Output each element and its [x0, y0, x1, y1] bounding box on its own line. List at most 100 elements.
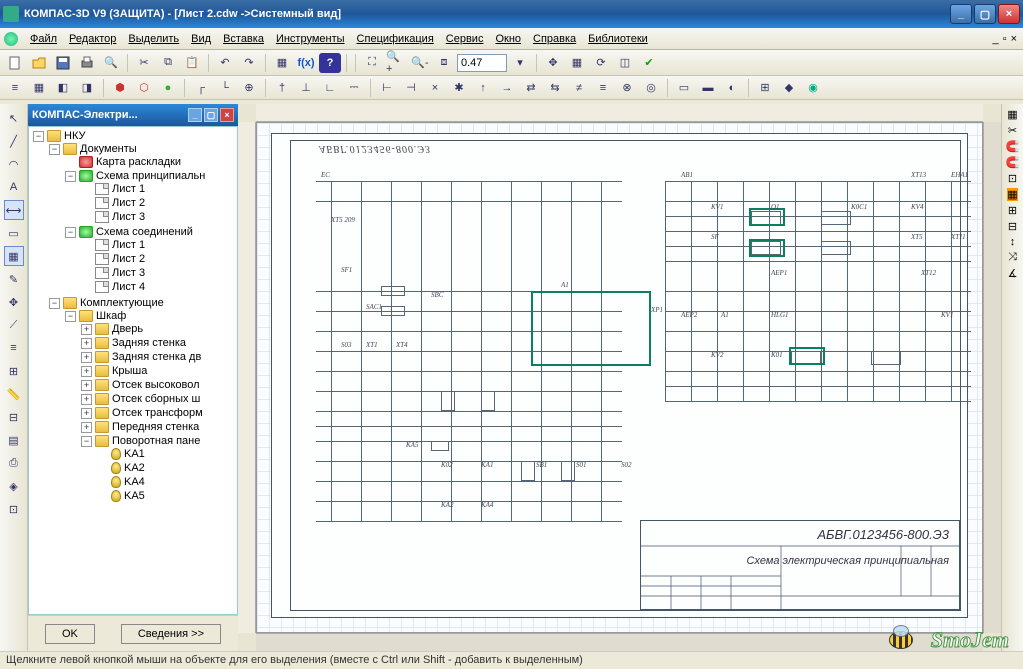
- tree-item[interactable]: Лист 2: [112, 197, 145, 209]
- paste-button[interactable]: 📋: [181, 53, 203, 73]
- rt-btn-7[interactable]: ⊞: [1008, 204, 1017, 217]
- copy-button[interactable]: ⧉: [157, 53, 179, 73]
- close-button[interactable]: ×: [998, 4, 1020, 24]
- tb2-btn-1[interactable]: ≡: [4, 78, 26, 98]
- tree-item[interactable]: Задняя стенка дв: [112, 351, 201, 363]
- tree-item[interactable]: KA4: [124, 476, 145, 488]
- tb2-btn-9[interactable]: └: [214, 78, 236, 98]
- menu-select[interactable]: Выделить: [122, 33, 185, 45]
- zoom-dropdown-icon[interactable]: ▾: [509, 53, 531, 73]
- lt-lib-icon[interactable]: ⎙: [4, 453, 24, 473]
- open-button[interactable]: [28, 53, 50, 73]
- menu-libs[interactable]: Библиотеки: [582, 33, 654, 45]
- tb2-btn-26[interactable]: ◎: [640, 78, 662, 98]
- print-button[interactable]: [76, 53, 98, 73]
- rt-btn-1[interactable]: ▦: [1007, 108, 1017, 121]
- lt-move-icon[interactable]: ✥: [4, 292, 24, 312]
- lt-cursor-icon[interactable]: ↖: [4, 108, 24, 128]
- info-button[interactable]: Сведения >>: [121, 624, 221, 644]
- tb2-btn-14[interactable]: ⎓: [343, 78, 365, 98]
- tree-item[interactable]: Лист 3: [112, 211, 145, 223]
- tb2-btn-15[interactable]: ⊢: [376, 78, 398, 98]
- tree-docs[interactable]: Документы: [80, 143, 137, 155]
- tb2-btn-25[interactable]: ⊗: [616, 78, 638, 98]
- zoom-out-button[interactable]: 🔍-: [409, 53, 431, 73]
- tb2-btn-4[interactable]: ◨: [76, 78, 98, 98]
- zoom-in-button[interactable]: 🔍+: [385, 53, 407, 73]
- lt-hatch-icon[interactable]: ▦: [4, 246, 24, 266]
- menu-editor[interactable]: Редактор: [63, 33, 122, 45]
- tree-item[interactable]: Лист 3: [112, 267, 145, 279]
- tb2-btn-6[interactable]: ⬡: [133, 78, 155, 98]
- menu-view[interactable]: Вид: [185, 33, 217, 45]
- tree-item[interactable]: Лист 2: [112, 253, 145, 265]
- refresh-button[interactable]: ⟳: [590, 53, 612, 73]
- lt-meas-icon[interactable]: 📏: [4, 384, 24, 404]
- tb2-btn-24[interactable]: ≡: [592, 78, 614, 98]
- rt-btn-5[interactable]: ⊡: [1008, 172, 1017, 185]
- lt-arc-icon[interactable]: ◠: [4, 154, 24, 174]
- rt-btn-2[interactable]: ✂: [1008, 124, 1017, 137]
- rt-btn-11[interactable]: ∡: [1008, 267, 1018, 280]
- tree-item[interactable]: Лист 1: [112, 183, 145, 195]
- rt-btn-10[interactable]: ⤨: [1008, 251, 1017, 264]
- tree-item[interactable]: Отсек высоковол: [112, 379, 200, 391]
- mdi-close-icon[interactable]: ×: [1011, 33, 1017, 45]
- tree-item[interactable]: KA5: [124, 490, 145, 502]
- lt-rect-icon[interactable]: ▭: [4, 223, 24, 243]
- lt-trim-icon[interactable]: ⟋: [4, 315, 24, 335]
- tb2-btn-29[interactable]: ◐: [721, 78, 743, 98]
- zoom-fit-button[interactable]: ⛶: [361, 53, 383, 73]
- tree-item[interactable]: Отсек трансформ: [112, 407, 203, 419]
- pan-button[interactable]: ✥: [542, 53, 564, 73]
- tb2-btn-23[interactable]: ≠: [568, 78, 590, 98]
- tb2-btn-12[interactable]: ⊥: [295, 78, 317, 98]
- mdi-restore-icon[interactable]: ▫: [1003, 33, 1007, 45]
- preview-button[interactable]: 🔍: [100, 53, 122, 73]
- lt-dim-icon[interactable]: ⟷: [4, 200, 24, 220]
- ok-button[interactable]: OK: [45, 624, 95, 644]
- fx-button[interactable]: f(x): [295, 53, 317, 73]
- lt-para2-icon[interactable]: ⊞: [4, 361, 24, 381]
- lt-line-icon[interactable]: ╱: [4, 131, 24, 151]
- tb2-btn-11[interactable]: †: [271, 78, 293, 98]
- scrollbar-vertical[interactable]: [983, 122, 1001, 633]
- tb2-btn-10[interactable]: ⊕: [238, 78, 260, 98]
- scrollbar-horizontal[interactable]: [256, 633, 983, 651]
- tb2-btn-28[interactable]: ▬: [697, 78, 719, 98]
- tb2-btn-30[interactable]: ⊞: [754, 78, 776, 98]
- menu-tools[interactable]: Инструменты: [270, 33, 351, 45]
- undo-button[interactable]: ↶: [214, 53, 236, 73]
- ruler-vertical[interactable]: [238, 122, 256, 633]
- lt-misc2-icon[interactable]: ⊡: [4, 499, 24, 519]
- tree-item[interactable]: Поворотная пане: [112, 435, 200, 447]
- rotate-button[interactable]: ▦: [566, 53, 588, 73]
- tree-view[interactable]: −НКУ −Документы Карта раскладки−Схема пр…: [28, 126, 238, 615]
- ruler-horizontal[interactable]: [256, 104, 983, 122]
- tree-root[interactable]: НКУ: [64, 130, 85, 142]
- lt-grid-icon[interactable]: ⊟: [4, 407, 24, 427]
- lt-edit-icon[interactable]: ✎: [4, 269, 24, 289]
- tree-item[interactable]: Крыша: [112, 365, 147, 377]
- menu-spec[interactable]: Спецификация: [351, 33, 440, 45]
- panel-max-icon[interactable]: ▢: [204, 108, 218, 122]
- layers-button[interactable]: ◫: [614, 53, 636, 73]
- tree-comp[interactable]: Комплектующие: [80, 297, 164, 309]
- zoom-window-button[interactable]: ⧈: [433, 53, 455, 73]
- tree-item[interactable]: Схема принципиальн: [96, 170, 205, 182]
- tb2-btn-18[interactable]: ✱: [448, 78, 470, 98]
- mdi-minimize-icon[interactable]: _: [993, 33, 999, 45]
- rt-btn-4[interactable]: 🧲: [1006, 156, 1020, 169]
- tb2-btn-16[interactable]: ⊣: [400, 78, 422, 98]
- rt-btn-6[interactable]: ▦: [1007, 188, 1017, 201]
- tb2-btn-3[interactable]: ◧: [52, 78, 74, 98]
- tree-item[interactable]: KA1: [124, 448, 145, 460]
- menu-insert[interactable]: Вставка: [217, 33, 270, 45]
- tree-item[interactable]: Отсек сборных ш: [112, 393, 200, 405]
- lt-misc1-icon[interactable]: ◈: [4, 476, 24, 496]
- tb2-btn-13[interactable]: ∟: [319, 78, 341, 98]
- lt-para1-icon[interactable]: ≡: [4, 338, 24, 358]
- redo-button[interactable]: ↷: [238, 53, 260, 73]
- tree-item[interactable]: Дверь: [112, 323, 143, 335]
- panel-close-icon[interactable]: ×: [220, 108, 234, 122]
